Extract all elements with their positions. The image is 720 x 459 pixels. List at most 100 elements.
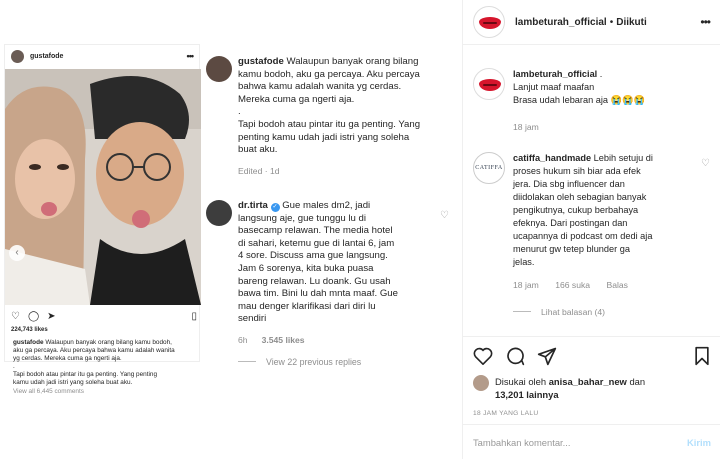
- comment-username: gustafode: [238, 56, 284, 67]
- liked-by-text: Disukai oleh anisa_bahar_new dan 13,201 …: [495, 375, 645, 401]
- comment-icon[interactable]: [505, 346, 525, 366]
- comment-body: dr.tirta ✓ Gue males dm2, jadi langsung …: [238, 200, 446, 347]
- action-icons: [473, 345, 711, 367]
- comment-line: .: [238, 106, 241, 118]
- comment-likes[interactable]: 166 suka: [555, 280, 590, 290]
- more-options-icon[interactable]: •••: [700, 15, 711, 29]
- comment-line: kamu bodoh, aku ga percaya. Aku percaya: [238, 68, 420, 80]
- comment-body: catiffa_handmade Lebih setuju di proses …: [513, 152, 689, 319]
- comment-line: Brasa udah lebaran aja 😭😭😭: [513, 95, 645, 105]
- liker-avatar: [473, 375, 489, 391]
- add-comment-bar: Kirim: [463, 424, 720, 459]
- comment-line: Tapi bodoh atau pintar itu ga penting. Y…: [238, 118, 421, 130]
- author-avatar[interactable]: [473, 6, 505, 38]
- comment-username[interactable]: lambeturah_official: [513, 69, 597, 79]
- couple-selfie-image: [5, 69, 201, 305]
- comment-line: buat aku.: [238, 144, 278, 156]
- inner-post-caption: gustafode Walaupun banyak orang bilang k…: [13, 339, 203, 396]
- verified-badge-icon: ✓: [270, 203, 280, 212]
- liked-by-count[interactable]: 13,201 lainnya: [495, 389, 559, 400]
- comment-line: proses hukum sih biar ada efek: [513, 166, 641, 176]
- like-heart-icon[interactable]: [473, 347, 493, 365]
- caption-username: gustafode: [13, 339, 44, 346]
- heart-icon: ♡: [440, 210, 449, 221]
- comment-line: 4 sore. Discuss ama gue langsung.: [238, 250, 388, 262]
- bookmark-icon: ▯: [191, 311, 197, 322]
- comment-line: bawa tim. Bini lu dah mnta maaf. Gue: [238, 288, 398, 300]
- inner-post-photo: ‹: [5, 69, 201, 305]
- view-replies-button[interactable]: Lihat balasan (4): [513, 306, 689, 319]
- caption-line: .: [13, 363, 15, 370]
- comment-line: Gue males dm2, jadi: [282, 200, 371, 211]
- avatar: [206, 200, 232, 226]
- view-all-comments: View all 6,445 comments: [13, 388, 84, 395]
- comment-line: Lebih setuju di: [591, 153, 653, 163]
- comment-line: jera. Dia sbg influencer dan: [513, 179, 625, 189]
- lips-logo-icon: [479, 17, 501, 29]
- liked-by-prefix: Disukai oleh: [495, 376, 549, 387]
- avatar: [206, 56, 232, 82]
- caption-comment: lambeturah_official . Lanjut maaf maafan…: [473, 68, 711, 148]
- comment-line: mau denger klarifikasi dari diri lu: [238, 300, 376, 312]
- left-comment-drtirta: dr.tirta ✓ Gue males dm2, jadi langsung …: [206, 200, 456, 350]
- comment-meta: 18 jam: [513, 121, 701, 134]
- comment-time: 6h: [238, 334, 248, 345]
- comment-line: bareng relawan. Lu doank. Gu usah: [238, 275, 391, 287]
- comment-likes: 3.545 likes: [261, 334, 305, 345]
- inner-post-likes: 224,743 likes: [11, 327, 48, 333]
- comment-body: gustafode Walaupun banyak orang bilang k…: [238, 56, 456, 177]
- share-icon[interactable]: [537, 346, 557, 366]
- comment-meta: 6h 3.545 likes: [238, 334, 446, 347]
- follow-status-button[interactable]: Diikuti: [616, 17, 647, 28]
- comment-input[interactable]: [473, 436, 688, 448]
- comment-meta: 18 jam 166 suka Balas: [513, 279, 689, 292]
- avatar[interactable]: CATIFFA: [473, 152, 505, 184]
- caption-line: Walaupun banyak orang bilang kamu bodoh,: [43, 339, 172, 346]
- comment-time[interactable]: 18 jam: [513, 122, 539, 132]
- send-comment-button[interactable]: Kirim: [687, 437, 711, 448]
- comment-line: jelas.: [513, 257, 535, 267]
- embedded-screenshot-area: gustafode ••• ‹ ♡ ◯ ➤ ▯ 224,743 likes gu…: [0, 0, 462, 459]
- comment-line: menurut gw tetep blunder ga: [513, 244, 630, 254]
- inner-post-card: gustafode ••• ‹ ♡ ◯ ➤ ▯ 224,743 likes gu…: [4, 44, 201, 395]
- caption-line: Tapi bodoh atau pintar itu ga penting. Y…: [13, 371, 158, 378]
- comment-username: dr.tirta: [238, 200, 268, 211]
- caption-line: aku ga percaya. Aku percaya bahwa kamu a…: [13, 347, 175, 354]
- comment-line: efeknya. Dari postingan dan: [513, 218, 628, 228]
- caption-line: yg cerdas. Mereka cuma ga ngerti aja.: [13, 355, 122, 362]
- avatar[interactable]: [473, 68, 505, 100]
- comment-catiffa: CATIFFA catiffa_handmade Lebih setuju di…: [473, 152, 711, 336]
- inner-post-actions: ♡ ◯ ➤ ▯: [11, 311, 197, 323]
- view-previous-replies: View 22 previous replies: [238, 357, 361, 367]
- comment-line: basecamp relawan. The media hotel: [238, 225, 393, 237]
- bookmark-icon[interactable]: [693, 346, 711, 366]
- comment-line: .: [597, 69, 603, 79]
- liked-by-user[interactable]: anisa_bahar_new: [549, 376, 627, 387]
- comment-line: bahwa kamu adalah wanita yg cerdas.: [238, 81, 402, 93]
- separator-dot: •: [609, 16, 614, 28]
- liked-by: Disukai oleh anisa_bahar_new dan 13,201 …: [473, 375, 711, 401]
- comment-line: langsung aje, gue tunggu lu di: [238, 212, 367, 224]
- comment-icon: ◯: [27, 311, 40, 322]
- comment-line: penting kamu udah jadi istri yang soleha: [238, 131, 410, 143]
- comment-line: diidolakan oleh sebagian banyak: [513, 192, 647, 202]
- comment-line: pengikutnya, cukup berbahaya: [513, 205, 639, 215]
- author-username[interactable]: lambeturah_official: [515, 17, 607, 28]
- comment-line: sendiri: [238, 313, 267, 325]
- post-header: lambeturah_official • Diikuti •••: [463, 0, 720, 45]
- comment-meta: Edited · 1d: [238, 165, 280, 176]
- comment-time[interactable]: 18 jam: [513, 280, 539, 290]
- lips-logo-icon: [479, 79, 501, 91]
- carousel-prev-arrow-icon: ‹: [9, 245, 25, 261]
- comments-list[interactable]: lambeturah_official . Lanjut maaf maafan…: [463, 46, 720, 336]
- like-comment-heart-icon[interactable]: ♡: [701, 158, 710, 169]
- reply-button[interactable]: Balas: [606, 280, 628, 290]
- comment-line: di sahari, ketemu gue di lantai 6, jam: [238, 237, 395, 249]
- post-actions: Disukai oleh anisa_bahar_new dan 13,201 …: [463, 336, 720, 417]
- comment-line: Jam 6 sorenya, kita buka puasa: [238, 262, 374, 274]
- comment-line: Lanjut maaf maafan: [513, 82, 595, 92]
- post-timestamp[interactable]: 18 JAM YANG LALU: [473, 410, 711, 417]
- inner-post-username: gustafode: [30, 52, 64, 60]
- comment-username[interactable]: catiffa_handmade: [513, 153, 591, 163]
- heart-icon: ♡: [11, 311, 20, 322]
